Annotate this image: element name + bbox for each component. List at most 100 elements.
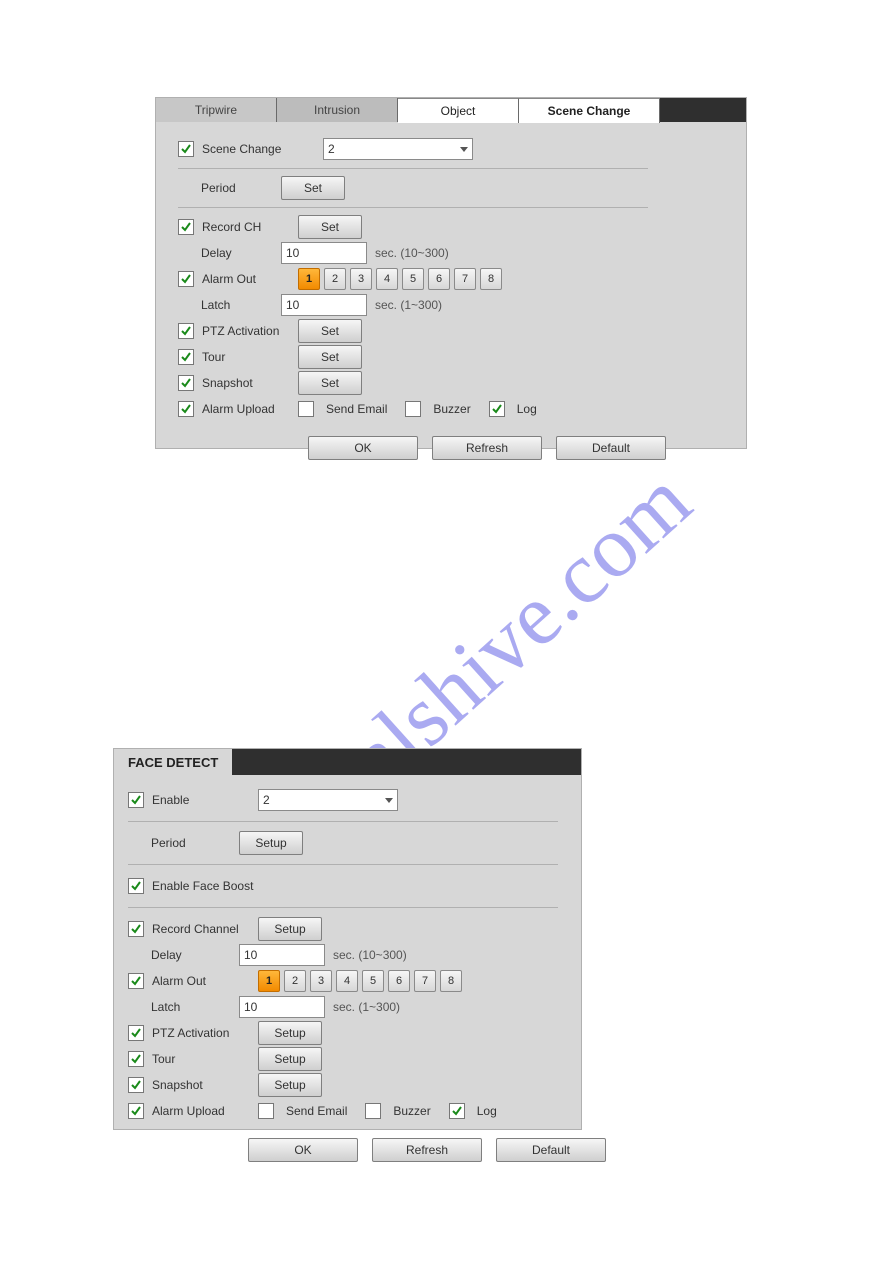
buzzer-checkbox-2[interactable] [365,1103,381,1119]
divider [178,168,648,169]
tab-tripwire[interactable]: Tripwire [156,98,277,122]
ptz-label-2: PTZ Activation [152,1026,258,1040]
ptz-checkbox-2[interactable] [128,1025,144,1041]
default-button-2[interactable]: Default [496,1138,606,1162]
delay-hint: sec. (10~300) [375,246,449,260]
ok-button[interactable]: OK [308,436,418,460]
snapshot-checkbox[interactable] [178,375,194,391]
record-channel-label: Record Channel [152,922,258,936]
ptz-set-button[interactable]: Set [298,319,362,343]
divider [178,207,648,208]
tab-intrusion[interactable]: Intrusion [277,98,398,122]
alarm-upload-label-2: Alarm Upload [152,1104,258,1118]
tour-label-2: Tour [152,1052,258,1066]
snapshot-checkbox-2[interactable] [128,1077,144,1093]
send-email-label: Send Email [326,402,387,416]
period-set-button[interactable]: Set [281,176,345,200]
alarm-out2-ch-6[interactable]: 6 [388,970,410,992]
alarm-out2-ch-5[interactable]: 5 [362,970,384,992]
latch-label-2: Latch [151,1000,239,1014]
tour-checkbox[interactable] [178,349,194,365]
tour-setup-button[interactable]: Setup [258,1047,322,1071]
record-ch-checkbox[interactable] [178,219,194,235]
scene-change-label: Scene Change [202,142,298,156]
alarm-out-ch-7[interactable]: 7 [454,268,476,290]
alarm-out2-ch-3[interactable]: 3 [310,970,332,992]
alarm-out2-ch-2[interactable]: 2 [284,970,306,992]
alarm-out-label-2: Alarm Out [152,974,258,988]
ptz-checkbox[interactable] [178,323,194,339]
delay-hint-2: sec. (10~300) [333,948,407,962]
alarm-out-channels: 1 2 3 4 5 6 7 8 [298,268,502,290]
tab-strip: Tripwire Intrusion Object Scene Change [156,98,746,122]
alarm-out-checkbox-2[interactable] [128,973,144,989]
record-ch-set-button[interactable]: Set [298,215,362,239]
latch-label: Latch [201,298,281,312]
scene-change-checkbox[interactable] [178,141,194,157]
default-button[interactable]: Default [556,436,666,460]
alarm-out-ch-4[interactable]: 4 [376,268,398,290]
refresh-button[interactable]: Refresh [432,436,542,460]
enable-select-value: 2 [263,793,270,807]
alarm-out-ch-1[interactable]: 1 [298,268,320,290]
alarm-out-ch-2[interactable]: 2 [324,268,346,290]
log-label: Log [517,402,537,416]
delay-label: Delay [201,246,281,260]
tour-label: Tour [202,350,298,364]
refresh-button-2[interactable]: Refresh [372,1138,482,1162]
tour-set-button[interactable]: Set [298,345,362,369]
delay-input[interactable]: 10 [281,242,367,264]
delay-input-2[interactable]: 10 [239,944,325,966]
chevron-down-icon [460,147,468,152]
ptz-label: PTZ Activation [202,324,298,338]
record-channel-setup-button[interactable]: Setup [258,917,322,941]
alarm-out2-ch-1[interactable]: 1 [258,970,280,992]
alarm-out2-ch-7[interactable]: 7 [414,970,436,992]
record-channel-checkbox[interactable] [128,921,144,937]
alarm-out2-ch-4[interactable]: 4 [336,970,358,992]
snapshot-setup-button[interactable]: Setup [258,1073,322,1097]
alarm-upload-label: Alarm Upload [202,402,298,416]
snapshot-label-2: Snapshot [152,1078,258,1092]
ptz-setup-button[interactable]: Setup [258,1021,322,1045]
face-detect-titlebar: FACE DETECT [114,749,581,775]
latch-input-2[interactable]: 10 [239,996,325,1018]
face-boost-checkbox[interactable] [128,878,144,894]
tour-checkbox-2[interactable] [128,1051,144,1067]
buzzer-label: Buzzer [433,402,470,416]
enable-checkbox[interactable] [128,792,144,808]
latch-input[interactable]: 10 [281,294,367,316]
send-email-label-2: Send Email [286,1104,347,1118]
period-label: Period [201,181,281,195]
latch-hint-2: sec. (1~300) [333,1000,400,1014]
enable-select[interactable]: 2 [258,789,398,811]
alarm-out-ch-5[interactable]: 5 [402,268,424,290]
period-setup-button[interactable]: Setup [239,831,303,855]
alarm-out-label: Alarm Out [202,272,298,286]
buzzer-label-2: Buzzer [393,1104,430,1118]
enable-label: Enable [152,793,258,807]
alarm-out-ch-8[interactable]: 8 [480,268,502,290]
alarm-out-checkbox[interactable] [178,271,194,287]
log-checkbox[interactable] [489,401,505,417]
log-checkbox-2[interactable] [449,1103,465,1119]
scene-change-panel: Tripwire Intrusion Object Scene Change S… [155,97,747,449]
send-email-checkbox[interactable] [298,401,314,417]
tab-object[interactable]: Object [398,98,519,123]
scene-change-select[interactable]: 2 [323,138,473,160]
alarm-upload-checkbox-2[interactable] [128,1103,144,1119]
delay-label-2: Delay [151,948,239,962]
tab-scene-change[interactable]: Scene Change [519,98,660,123]
alarm-out-ch-3[interactable]: 3 [350,268,372,290]
scene-change-select-value: 2 [328,142,335,156]
face-detect-panel: FACE DETECT Enable 2 Period Setup Enable… [113,748,582,1130]
alarm-out-channels-2: 1 2 3 4 5 6 7 8 [258,970,462,992]
buzzer-checkbox[interactable] [405,401,421,417]
ok-button-2[interactable]: OK [248,1138,358,1162]
log-label-2: Log [477,1104,497,1118]
send-email-checkbox-2[interactable] [258,1103,274,1119]
alarm-upload-checkbox[interactable] [178,401,194,417]
alarm-out-ch-6[interactable]: 6 [428,268,450,290]
alarm-out2-ch-8[interactable]: 8 [440,970,462,992]
snapshot-set-button[interactable]: Set [298,371,362,395]
